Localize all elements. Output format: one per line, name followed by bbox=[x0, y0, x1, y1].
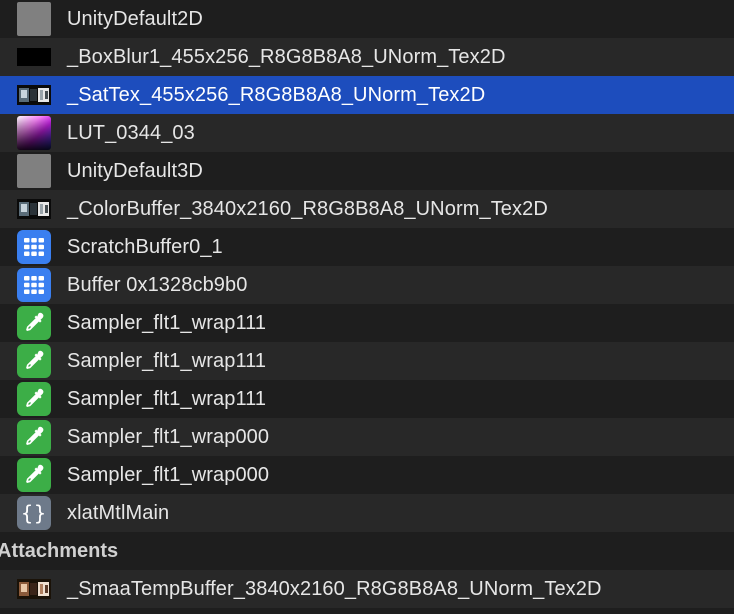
resource-label: Sampler_flt1_wrap111 bbox=[67, 388, 267, 410]
buffer-grid-icon bbox=[17, 230, 51, 264]
scene-texture-thumbnail bbox=[17, 199, 51, 219]
resource-list: UnityDefault2D _BoxBlur1_455x256_R8G8B8A… bbox=[0, 0, 734, 614]
list-bottom-spacer bbox=[0, 608, 734, 614]
lut-gradient-thumbnail bbox=[17, 116, 51, 150]
gray-texture-thumbnail bbox=[17, 2, 51, 36]
section-title: Attachments bbox=[0, 540, 119, 562]
dark-blur-texture-thumbnail bbox=[17, 48, 51, 66]
resource-label: _ColorBuffer_3840x2160_R8G8B8A8_UNorm_Te… bbox=[67, 198, 548, 220]
resource-row[interactable]: Buffer 0x1328cb9b0 bbox=[0, 266, 734, 304]
resource-label: UnityDefault3D bbox=[67, 160, 203, 182]
resource-label: Sampler_flt1_wrap111 bbox=[67, 350, 267, 372]
function-braces-icon: {} bbox=[17, 496, 51, 530]
resource-label: LUT_0344_03 bbox=[67, 122, 195, 144]
resource-row[interactable]: Sampler_flt1_wrap111 bbox=[0, 380, 734, 418]
resource-row[interactable]: Sampler_flt1_wrap000 bbox=[0, 456, 734, 494]
sampler-dropper-icon bbox=[17, 382, 51, 416]
resource-label: _SatTex_455x256_R8G8B8A8_UNorm_Tex2D bbox=[67, 84, 486, 106]
attachment-row[interactable]: _SmaaTempBuffer_3840x2160_R8G8B8A8_UNorm… bbox=[0, 570, 734, 608]
resource-row[interactable]: Sampler_flt1_wrap111 bbox=[0, 304, 734, 342]
resource-row[interactable]: ScratchBuffer0_1 bbox=[0, 228, 734, 266]
resource-row[interactable]: Sampler_flt1_wrap111 bbox=[0, 342, 734, 380]
resource-label: ScratchBuffer0_1 bbox=[67, 236, 223, 258]
sampler-dropper-icon bbox=[17, 458, 51, 492]
resource-label: UnityDefault2D bbox=[67, 8, 203, 30]
resource-label: xlatMtlMain bbox=[67, 502, 170, 524]
resource-label: Sampler_flt1_wrap000 bbox=[67, 464, 270, 486]
resource-row[interactable]: LUT_0344_03 bbox=[0, 114, 734, 152]
gray-texture-thumbnail bbox=[17, 154, 51, 188]
resource-row[interactable]: Sampler_flt1_wrap000 bbox=[0, 418, 734, 456]
resource-label: Sampler_flt1_wrap000 bbox=[67, 426, 270, 448]
sampler-dropper-icon bbox=[17, 420, 51, 454]
resource-row[interactable]: UnityDefault3D bbox=[0, 152, 734, 190]
scene-texture-thumbnail bbox=[17, 579, 51, 599]
resource-row[interactable]: _ColorBuffer_3840x2160_R8G8B8A8_UNorm_Te… bbox=[0, 190, 734, 228]
attachments-section-header[interactable]: Attachments bbox=[0, 532, 734, 570]
resource-label: Sampler_flt1_wrap111 bbox=[67, 312, 267, 334]
sampler-dropper-icon bbox=[17, 306, 51, 340]
resource-label: _BoxBlur1_455x256_R8G8B8A8_UNorm_Tex2D bbox=[67, 46, 506, 68]
resource-row[interactable]: _BoxBlur1_455x256_R8G8B8A8_UNorm_Tex2D bbox=[0, 38, 734, 76]
resource-row[interactable]: {} xlatMtlMain bbox=[0, 494, 734, 532]
sampler-dropper-icon bbox=[17, 344, 51, 378]
buffer-grid-icon bbox=[17, 268, 51, 302]
resource-row-selected[interactable]: _SatTex_455x256_R8G8B8A8_UNorm_Tex2D bbox=[0, 76, 734, 114]
scene-texture-thumbnail bbox=[17, 85, 51, 105]
resource-row[interactable]: UnityDefault2D bbox=[0, 0, 734, 38]
resource-label: Buffer 0x1328cb9b0 bbox=[67, 274, 248, 296]
resource-label: _SmaaTempBuffer_3840x2160_R8G8B8A8_UNorm… bbox=[67, 578, 602, 600]
